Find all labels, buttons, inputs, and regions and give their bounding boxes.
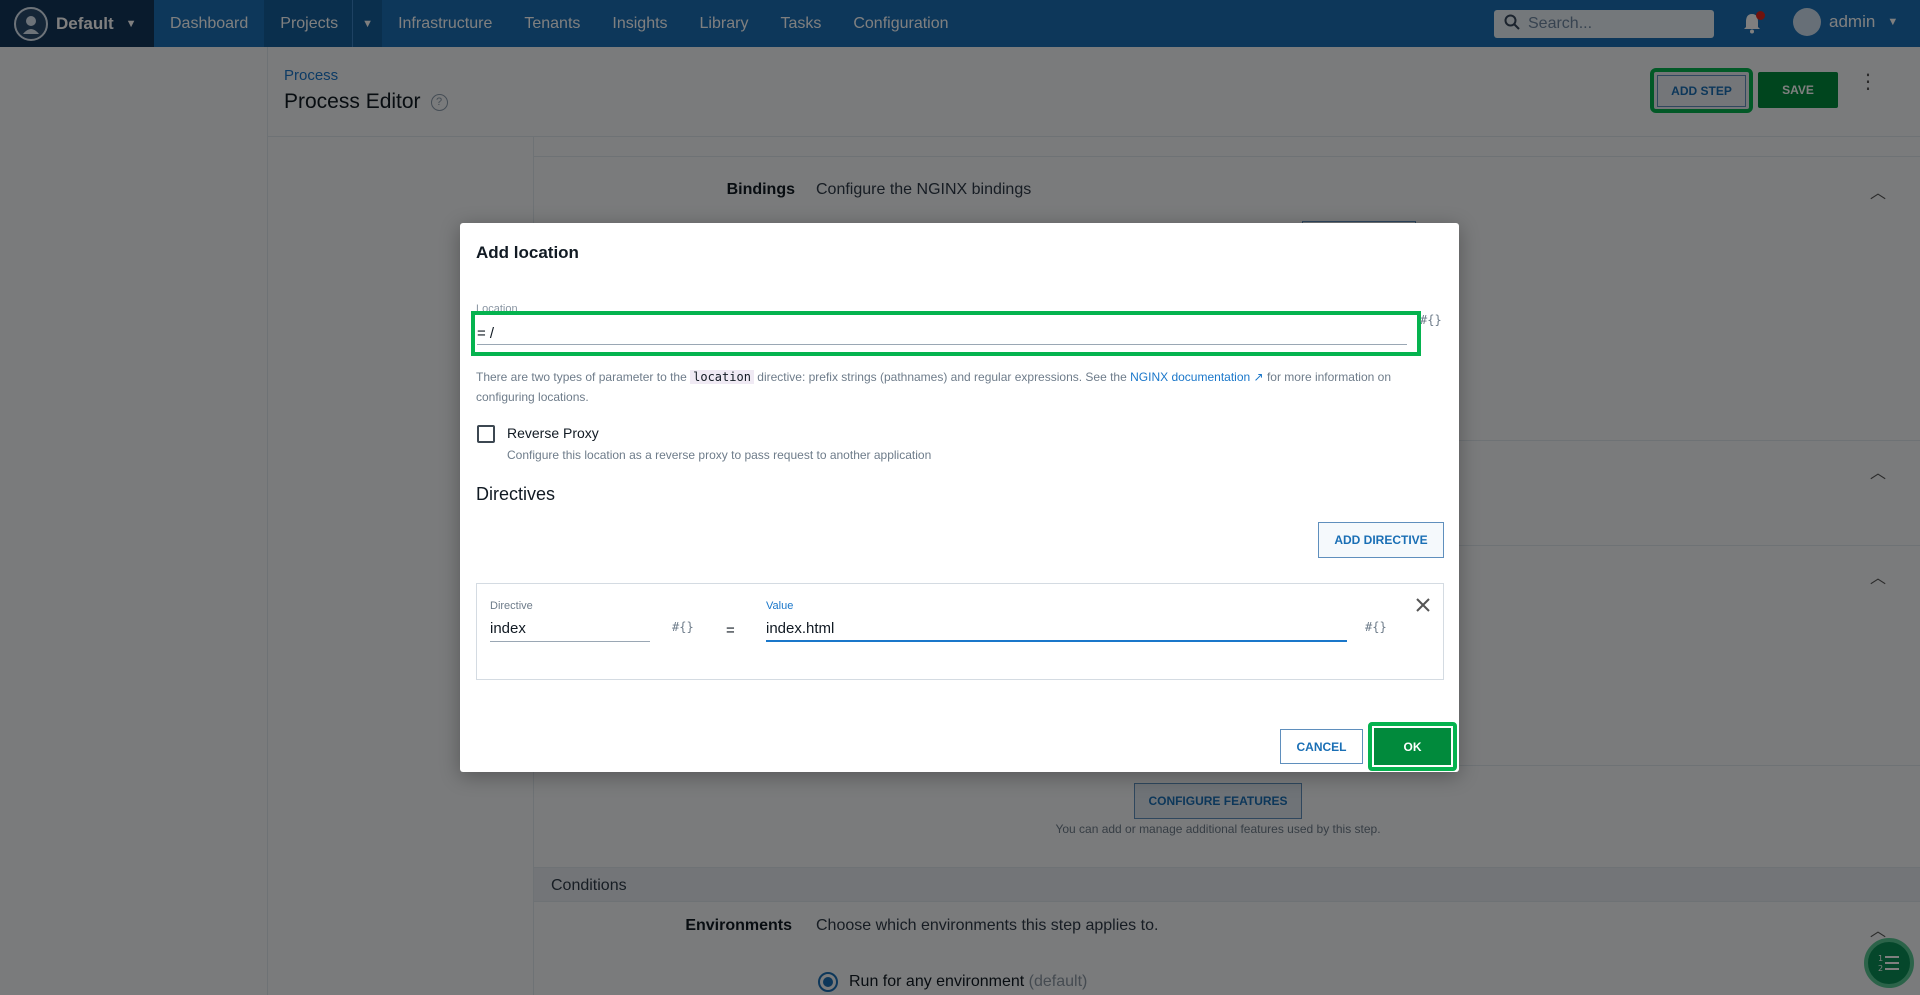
nginx-docs-link[interactable]: NGINX documentation <box>1130 370 1250 384</box>
location-input[interactable] <box>477 323 1407 345</box>
ok-button[interactable]: OK <box>1374 728 1451 765</box>
value-input[interactable]: index.html <box>766 614 1347 642</box>
add-location-dialog: Add location Location #{} There are two … <box>460 223 1459 772</box>
variable-binding-icon[interactable]: #{} <box>1365 620 1387 634</box>
location-help-text: There are two types of parameter to the … <box>476 367 1436 407</box>
add-directive-button[interactable]: ADD DIRECTIVE <box>1318 522 1444 558</box>
reverse-proxy-checkbox[interactable] <box>477 425 495 443</box>
directive-input[interactable]: index <box>490 614 650 642</box>
cancel-button[interactable]: CANCEL <box>1280 729 1363 764</box>
code-location: location <box>690 370 754 384</box>
help-middle: directive: prefix strings (pathnames) an… <box>757 370 1127 384</box>
equals-sign: = <box>726 622 735 639</box>
location-field-highlight <box>471 311 1421 356</box>
dialog-title: Add location <box>476 243 579 262</box>
value-label: Value <box>766 600 794 612</box>
help-prefix: There are two types of parameter to the <box>476 370 687 384</box>
variable-binding-icon[interactable]: #{} <box>1420 313 1442 327</box>
external-link-icon[interactable]: ↗ <box>1254 370 1264 384</box>
reverse-proxy-label[interactable]: Reverse Proxy <box>507 425 599 441</box>
reverse-proxy-help: Configure this location as a reverse pro… <box>507 448 932 462</box>
directives-heading: Directives <box>476 484 556 504</box>
directive-label: Directive <box>490 600 533 612</box>
ok-button-highlight: OK <box>1368 722 1457 771</box>
directive-row: Directive index #{} = Value index.html #… <box>476 583 1444 680</box>
variable-binding-icon[interactable]: #{} <box>672 620 694 634</box>
close-icon[interactable] <box>1415 596 1431 619</box>
